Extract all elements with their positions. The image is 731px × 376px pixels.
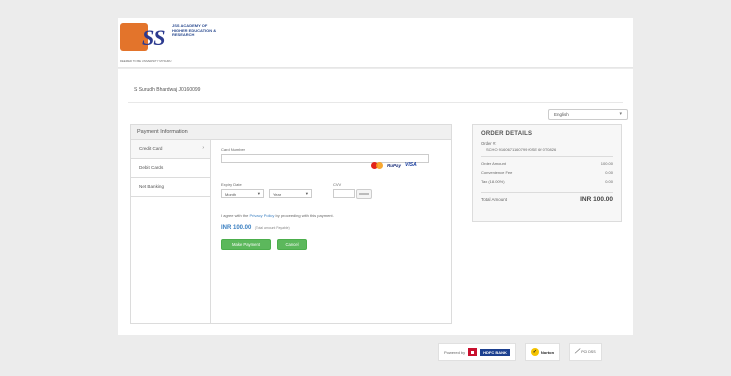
powered-by-text: Powered by: [444, 349, 466, 355]
student-name: S Surudh Bhardwaj J0160099: [134, 87, 201, 93]
divider: [481, 192, 613, 193]
row-label: Convenience Fee: [481, 170, 513, 175]
total-value: INR 100.00: [580, 196, 613, 203]
payment-panel-title: Payment Information: [131, 125, 451, 140]
norton-badge: ✓ Norton: [524, 343, 561, 361]
norton-check-icon: ✓: [530, 348, 539, 356]
tax-row: Tax (18.00%) 0.00: [481, 179, 613, 188]
tab-label: Debit Cards: [139, 165, 164, 170]
norton-logo: Norton: [540, 349, 555, 355]
convenience-fee-row: Convenience Fee 0.00: [481, 170, 613, 179]
row-value: 0.00: [605, 170, 613, 175]
tab-credit-card[interactable]: Credit Card ›: [131, 140, 210, 159]
divider: [481, 156, 613, 157]
card-brand-logos: RuPay VISA: [371, 161, 417, 169]
make-payment-button[interactable]: Make Payment: [221, 239, 271, 250]
divider: [128, 102, 623, 103]
amount-payable: INR 100.00 (Total amount Payable): [221, 225, 290, 231]
card-number-label: Card Number: [221, 147, 246, 152]
agree-prefix: I agree with the: [221, 213, 250, 218]
pci-logo-icon: ⟋: [575, 348, 580, 355]
payment-method-nav: Credit Card › Debit Cards Net Banking: [131, 140, 211, 323]
hdfc-logo-icon: [468, 348, 478, 356]
total-amount-row: Total Amount INR 100.00: [481, 196, 613, 206]
cvv-card-icon: [356, 189, 372, 199]
rupay-logo: RuPay: [387, 162, 402, 168]
mastercard-icon: [371, 161, 383, 169]
row-label: Order Amount: [481, 161, 506, 166]
payment-panel: Payment Information Credit Card › Debit …: [130, 124, 452, 324]
total-label: Total Amount: [481, 197, 508, 202]
order-details-panel: ORDER DETAILS Order #: SCHO 916067116079…: [472, 124, 622, 222]
logo-text: JSS Academy of Higher Education & Resear…: [172, 23, 217, 38]
logo-tagline: DEEMED TO BE UNIVERSITY MYSURU: [120, 59, 172, 63]
chevron-right-icon: ›: [202, 145, 204, 151]
agree-suffix: by proceeding with this payment.: [274, 213, 334, 218]
logo-monogram-icon: SS: [142, 25, 166, 50]
language-selected: English: [554, 112, 569, 117]
expiry-date-label: Expiry Date: [221, 182, 242, 187]
university-logo: SS JSS Academy of Higher Education & Res…: [120, 21, 230, 67]
tab-label: Net Banking: [139, 184, 165, 189]
order-details-title: ORDER DETAILS: [481, 131, 533, 137]
visa-logo: VISA: [405, 162, 417, 168]
amount-note: (Total amount Payable): [254, 226, 290, 230]
amount-value: INR 100.00: [221, 225, 252, 231]
privacy-policy-link[interactable]: Privacy Policy: [249, 213, 274, 218]
language-select[interactable]: English ▾: [548, 109, 628, 120]
chevron-down-icon: ▾: [257, 191, 260, 196]
chevron-down-icon: ▾: [305, 191, 308, 196]
month-placeholder: Month: [225, 191, 237, 197]
hdfc-bank-logo: HDFC BANK: [480, 348, 510, 356]
order-id-label: Order #:: [481, 141, 497, 146]
page-header: SS JSS Academy of Higher Education & Res…: [118, 18, 633, 68]
row-label: Tax (18.00%): [481, 179, 505, 184]
row-value: 100.00: [600, 161, 613, 166]
pci-logo: PCI DSS: [581, 350, 596, 354]
cancel-button[interactable]: Cancel: [277, 239, 307, 250]
privacy-agreement: I agree with the Privacy Policy by proce…: [221, 213, 334, 218]
year-placeholder: Year: [273, 191, 282, 197]
tab-net-banking[interactable]: Net Banking: [131, 178, 210, 197]
cvv-input[interactable]: [333, 189, 355, 198]
chevron-down-icon: ▾: [619, 111, 622, 117]
powered-by-badge: Powered by HDFC BANK: [438, 343, 516, 361]
row-value: 0.00: [605, 179, 613, 184]
payment-page: S Surudh Bhardwaj J0160099 English ▾ Pay…: [118, 69, 633, 335]
pci-badge: ⟋ PCI DSS: [569, 343, 602, 361]
expiry-year-select[interactable]: Year ▾: [269, 189, 312, 198]
tab-label: Credit Card: [139, 146, 163, 151]
tab-debit-cards[interactable]: Debit Cards: [131, 159, 210, 178]
credit-card-form: Card Number RuPay VISA Expiry Date CVV M…: [221, 147, 446, 250]
order-amount-row: Order Amount 100.00: [481, 161, 613, 170]
footer-badges: Powered by HDFC BANK ✓ Norton ⟋ PCI DSS: [438, 343, 602, 361]
order-id: SCHO 9160671160799 f0SE 6f 0T0826: [486, 147, 557, 152]
cvv-label: CVV: [333, 182, 342, 187]
expiry-month-select[interactable]: Month ▾: [221, 189, 264, 198]
